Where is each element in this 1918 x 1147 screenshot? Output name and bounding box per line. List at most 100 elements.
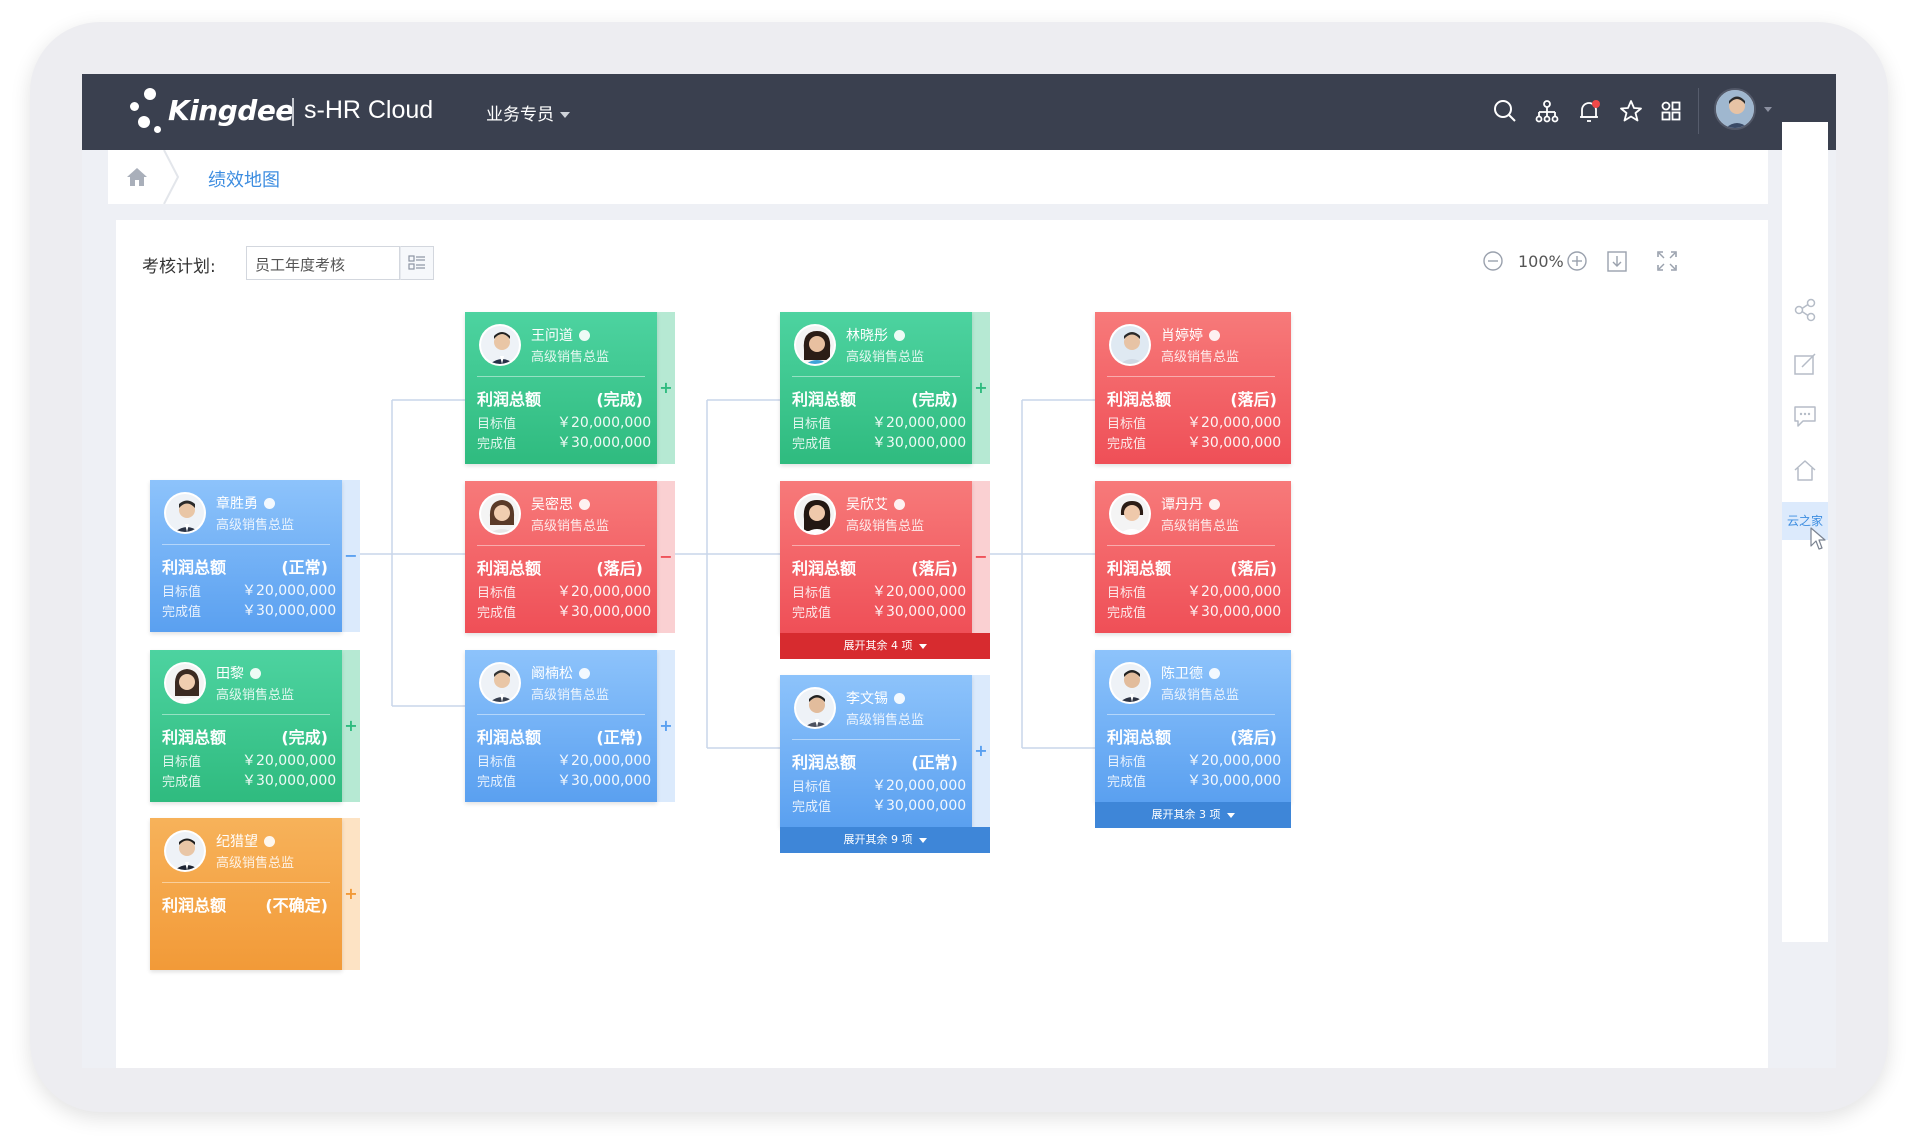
employee-card[interactable]: 田黎 高级销售总监 利润总额 (完成) 目标值 ￥20,000,000 完成值 …: [150, 650, 360, 802]
expand-toggle[interactable]: +: [344, 716, 358, 735]
product-name: s-HR Cloud: [304, 96, 434, 124]
expand-toggle[interactable]: +: [659, 716, 673, 735]
user-avatar[interactable]: [1714, 88, 1756, 130]
chevron-down-icon[interactable]: [1764, 107, 1772, 112]
metric-label: 利润总额: [792, 753, 857, 772]
actual-label: 完成值: [477, 775, 517, 790]
performance-map-panel: 考核计划: 员工年度考核 100% 章胜勇 高级销售总监 利润总额 (正常) 目…: [116, 220, 1768, 1068]
target-value: ￥20,000,000: [242, 753, 337, 769]
breadcrumb-current[interactable]: 绩效地图: [208, 166, 280, 192]
org-chart-icon[interactable]: [1532, 96, 1562, 126]
message-icon[interactable]: [1791, 402, 1819, 430]
employee-card[interactable]: 林晓彤 高级销售总监 利润总额 (完成) 目标值 ￥20,000,000 完成值…: [780, 312, 990, 464]
expand-more-button[interactable]: 展开其余 3 项: [1095, 802, 1291, 828]
employee-title: 高级销售总监: [531, 350, 610, 365]
info-icon[interactable]: [1209, 499, 1220, 510]
card-body: 吴欣艾 高级销售总监 利润总额 (落后) 目标值 ￥20,000,000 完成值…: [780, 481, 972, 633]
zoom-out-icon[interactable]: [1482, 250, 1504, 272]
actual-label: 完成值: [1107, 606, 1147, 621]
expand-toggle[interactable]: +: [659, 378, 673, 397]
metric-label: 利润总额: [792, 559, 857, 578]
card-divider: [1107, 714, 1275, 715]
employee-title: 高级销售总监: [846, 713, 925, 728]
info-icon[interactable]: [1209, 668, 1220, 679]
employee-card[interactable]: 谭丹丹 高级销售总监 利润总额 (落后) 目标值 ￥20,000,000 完成值…: [1095, 481, 1305, 633]
target-label: 目标值: [162, 755, 202, 770]
target-label: 目标值: [1107, 417, 1147, 432]
avatar: [479, 493, 521, 535]
status-badge: (正常): [281, 558, 328, 577]
info-icon[interactable]: [264, 836, 275, 847]
card-divider: [477, 376, 645, 377]
employee-card[interactable]: 吴欣艾 高级销售总监 利润总额 (落后) 目标值 ￥20,000,000 完成值…: [780, 481, 990, 659]
expand-more-button[interactable]: 展开其余 4 项: [780, 633, 990, 659]
expand-toggle[interactable]: +: [974, 378, 988, 397]
caret-down-icon: [918, 643, 927, 649]
info-icon[interactable]: [579, 330, 590, 341]
info-icon[interactable]: [264, 498, 275, 509]
caret-down-icon: [918, 837, 927, 843]
employee-card[interactable]: 陈卫德 高级销售总监 利润总额 (落后) 目标值 ￥20,000,000 完成值…: [1095, 650, 1305, 828]
card-divider: [162, 544, 330, 545]
card-body: 陈卫德 高级销售总监 利润总额 (落后) 目标值 ￥20,000,000 完成值…: [1095, 650, 1291, 802]
caret-down-icon: [1226, 812, 1235, 818]
actual-label: 完成值: [1107, 775, 1147, 790]
expand-more-button[interactable]: 展开其余 9 项: [780, 827, 990, 853]
info-icon[interactable]: [894, 499, 905, 510]
expand-toggle[interactable]: +: [974, 741, 988, 760]
fullscreen-icon[interactable]: [1652, 246, 1682, 276]
employee-card[interactable]: 阚楠松 高级销售总监 利润总额 (正常) 目标值 ￥20,000,000 完成值…: [465, 650, 675, 802]
metric-label: 利润总额: [162, 728, 227, 747]
info-icon[interactable]: [250, 668, 261, 679]
home-icon[interactable]: [124, 164, 150, 190]
collapse-toggle[interactable]: −: [659, 547, 673, 566]
card-divider: [792, 545, 960, 546]
metric-label: 利润总额: [1107, 390, 1172, 409]
search-icon[interactable]: [1490, 96, 1520, 126]
actual-value: ￥30,000,000: [557, 773, 652, 789]
bell-icon[interactable]: [1574, 96, 1604, 126]
target-label: 目标值: [477, 586, 517, 601]
avatar: [1109, 662, 1151, 704]
employee-card[interactable]: 纪猎望 高级销售总监 利润总额 (不确定) +: [150, 818, 360, 970]
collapse-toggle[interactable]: −: [974, 547, 988, 566]
actual-label: 完成值: [162, 775, 202, 790]
home-icon[interactable]: [1791, 456, 1819, 484]
avatar: [794, 324, 836, 366]
employee-title: 高级销售总监: [531, 519, 610, 534]
info-icon[interactable]: [894, 693, 905, 704]
star-icon[interactable]: [1616, 96, 1646, 126]
employee-name: 阚楠松: [531, 663, 590, 683]
card-divider: [162, 714, 330, 715]
employee-card[interactable]: 肖婷婷 高级销售总监 利润总额 (落后) 目标值 ￥20,000,000 完成值…: [1095, 312, 1305, 464]
collapse-toggle[interactable]: −: [344, 546, 358, 565]
breadcrumb-separator-icon: [163, 150, 180, 204]
card-divider: [792, 739, 960, 740]
actual-value: ￥30,000,000: [872, 604, 967, 620]
target-value: ￥20,000,000: [557, 584, 652, 600]
employee-card[interactable]: 李文锡 高级销售总监 利润总额 (正常) 目标值 ￥20,000,000 完成值…: [780, 675, 990, 853]
actual-label: 完成值: [477, 606, 517, 621]
employee-card[interactable]: 王问道 高级销售总监 利润总额 (完成) 目标值 ￥20,000,000 完成值…: [465, 312, 675, 464]
card-divider: [1107, 376, 1275, 377]
download-icon[interactable]: [1602, 246, 1632, 276]
card-divider: [792, 376, 960, 377]
chevron-down-icon: [560, 112, 570, 118]
employee-card[interactable]: 章胜勇 高级销售总监 利润总额 (正常) 目标值 ￥20,000,000 完成值…: [150, 480, 360, 632]
role-dropdown[interactable]: 业务专员: [486, 100, 570, 125]
actual-label: 完成值: [477, 437, 517, 452]
expand-toggle[interactable]: +: [344, 884, 358, 903]
plan-picker-button[interactable]: [400, 246, 434, 280]
share-icon[interactable]: [1791, 296, 1819, 324]
zoom-in-icon[interactable]: [1566, 250, 1588, 272]
info-icon[interactable]: [579, 668, 590, 679]
apps-grid-icon[interactable]: [1656, 96, 1686, 126]
info-icon[interactable]: [894, 330, 905, 341]
brand-name: Kingdee: [168, 94, 294, 127]
info-icon[interactable]: [579, 499, 590, 510]
employee-card[interactable]: 吴密思 高级销售总监 利润总额 (落后) 目标值 ￥20,000,000 完成值…: [465, 481, 675, 633]
actual-label: 完成值: [792, 606, 832, 621]
edit-icon[interactable]: [1791, 350, 1819, 378]
info-icon[interactable]: [1209, 330, 1220, 341]
plan-select-input[interactable]: 员工年度考核: [246, 246, 400, 280]
